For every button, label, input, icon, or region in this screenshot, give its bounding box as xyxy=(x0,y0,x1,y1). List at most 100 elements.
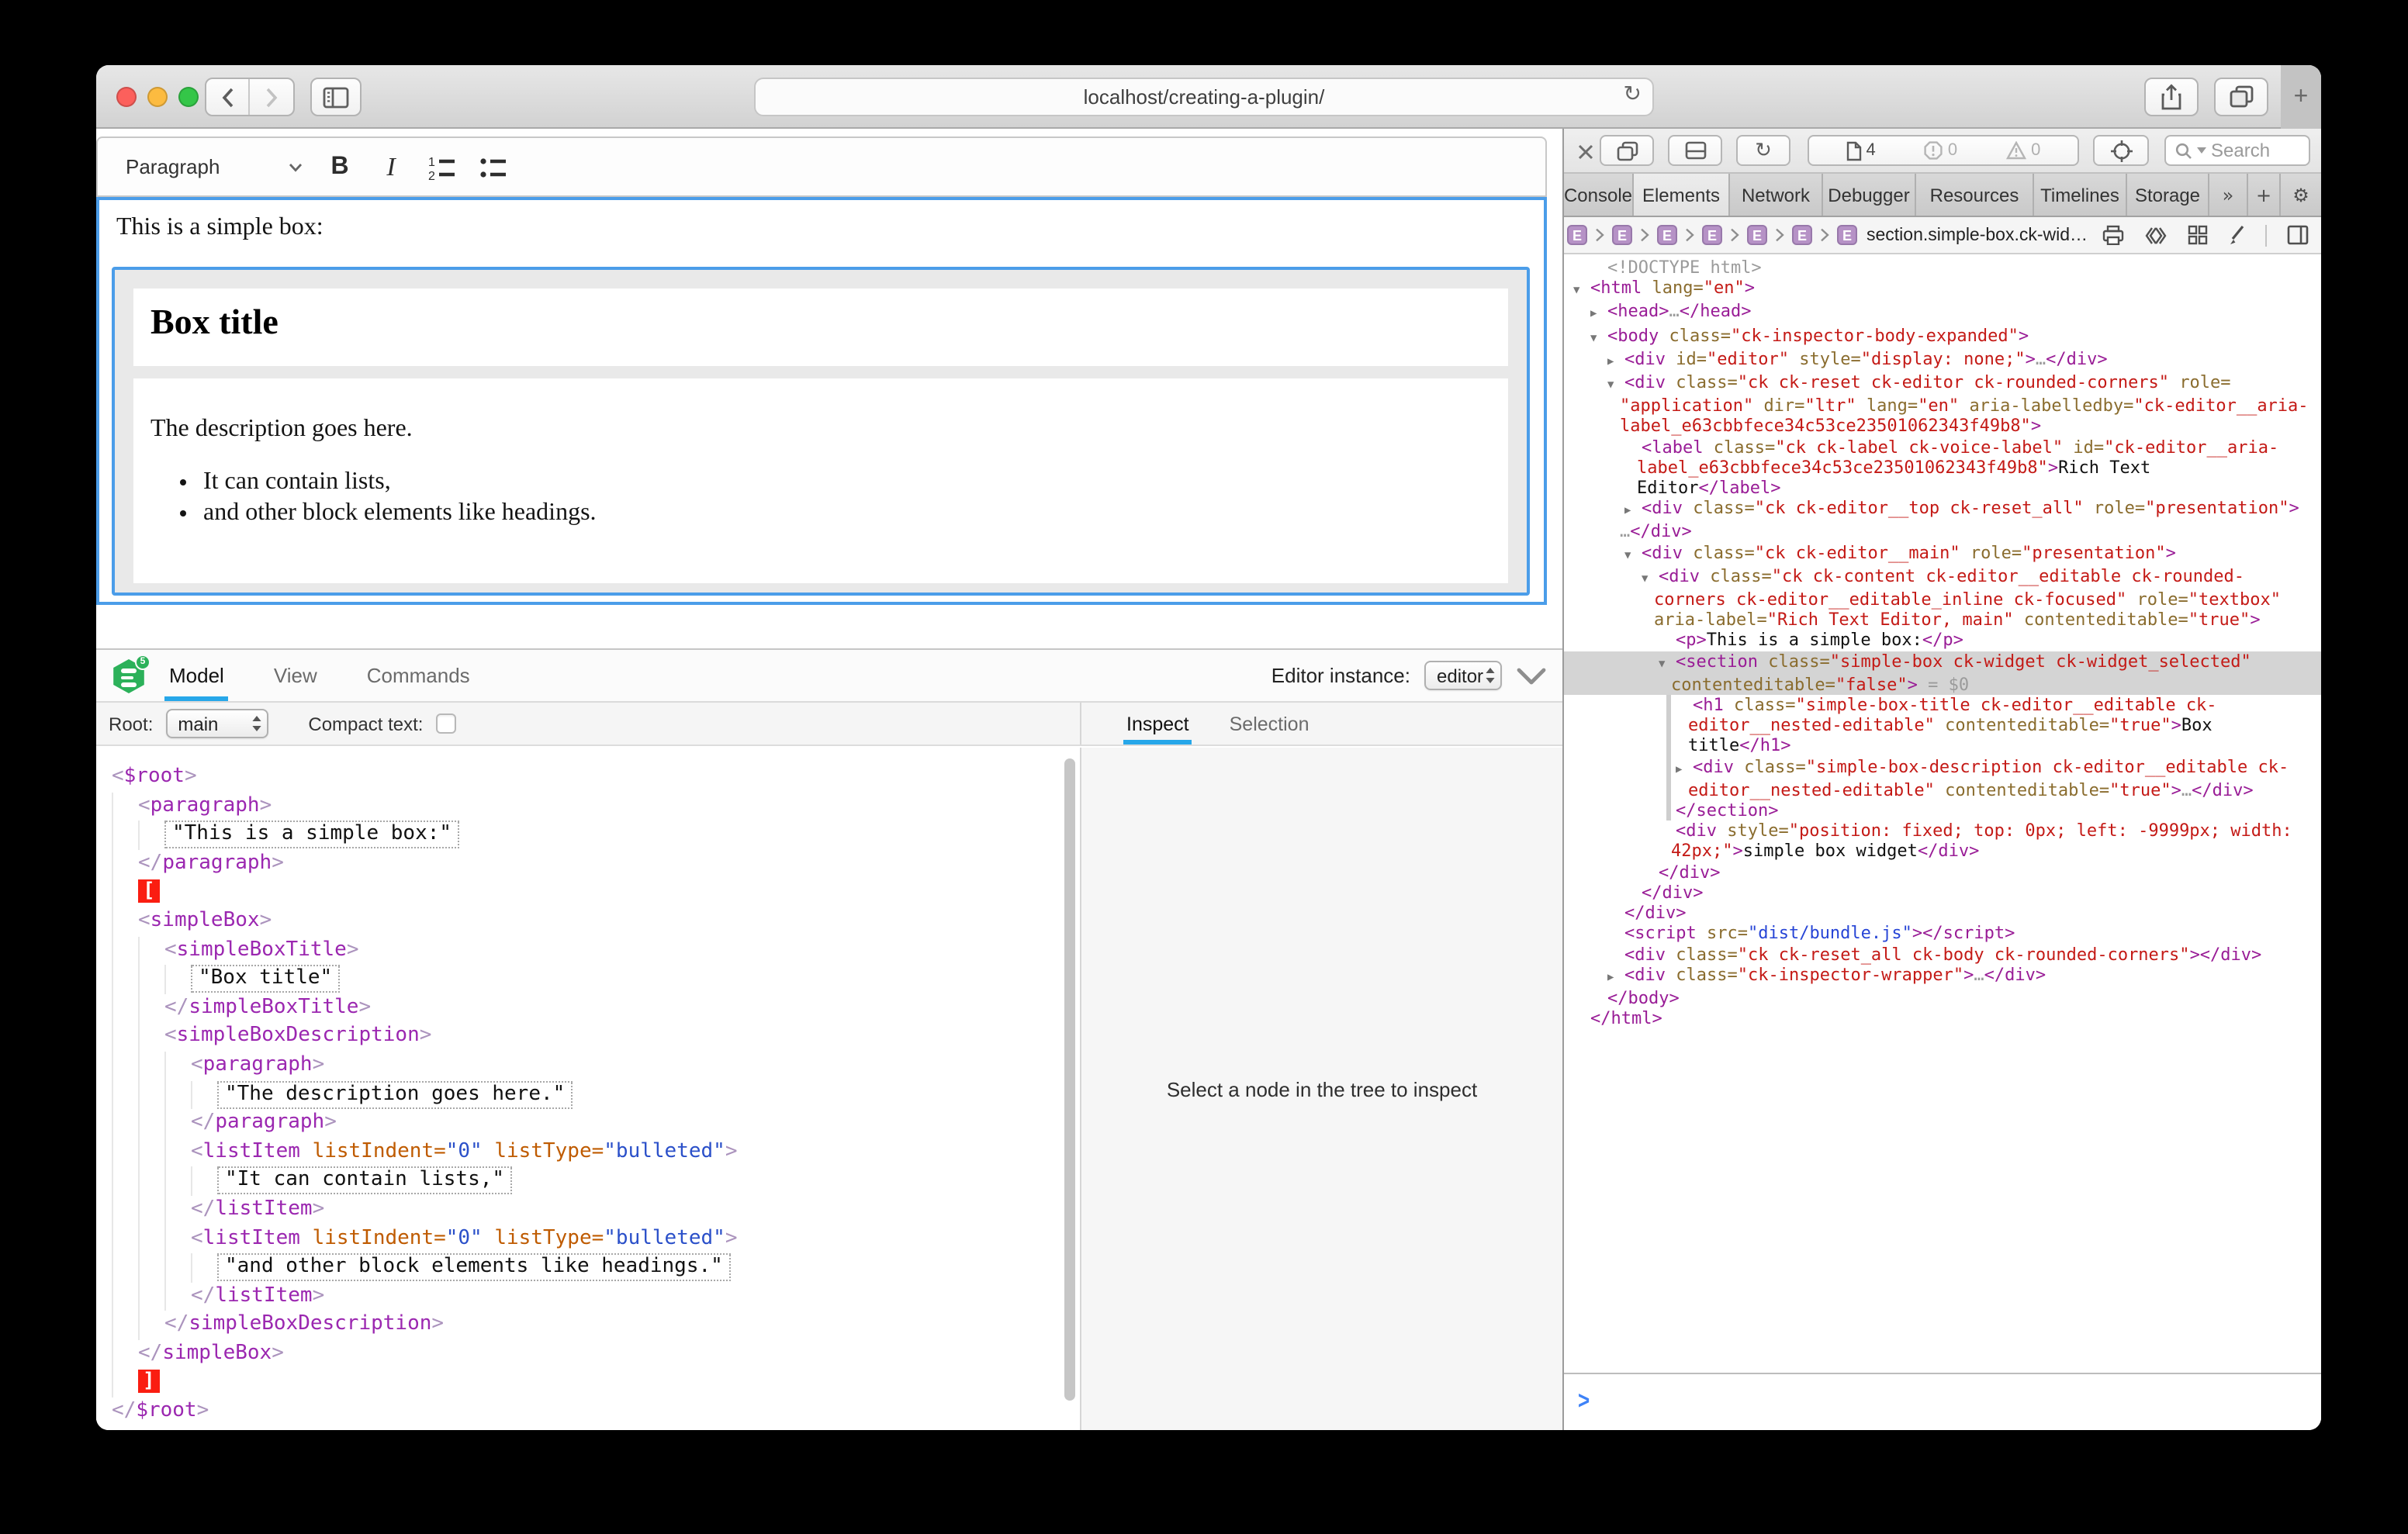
model-tree-line[interactable]: <simpleBoxDescription> xyxy=(112,1023,1080,1052)
more-tabs-button[interactable]: » xyxy=(2209,174,2248,216)
dom-tree-line[interactable]: ▶<div class="simple-box-description ck-e… xyxy=(1564,756,2321,779)
warning-count[interactable]: 0 xyxy=(2006,141,2040,160)
dom-tree-line[interactable]: <!DOCTYPE html> xyxy=(1564,257,2321,278)
forward-button[interactable] xyxy=(250,79,293,115)
model-tree-line[interactable]: "Box title" xyxy=(112,965,1080,993)
bulleted-list-button[interactable] xyxy=(470,143,517,190)
model-tree-line[interactable]: "This is a simple box:" xyxy=(112,821,1080,849)
breadcrumb-element-badge[interactable]: E xyxy=(1837,225,1857,245)
model-tree-line[interactable]: </simpleBox> xyxy=(112,1340,1080,1369)
model-tree-line[interactable]: </listItem> xyxy=(112,1196,1080,1225)
inspector-tab-view[interactable]: View xyxy=(269,650,322,701)
devtools-tab-resources[interactable]: Resources xyxy=(1916,174,2034,216)
styles-brush-icon[interactable] xyxy=(2228,225,2245,245)
breadcrumb-element-badge[interactable]: E xyxy=(1567,225,1587,245)
dom-tree-line[interactable]: aria-label="Rich Text Editor, main" cont… xyxy=(1564,610,2321,631)
dom-tree-line[interactable]: 42px;">simple box widget</div> xyxy=(1564,841,2321,862)
collapse-node-icon[interactable]: ▼ xyxy=(1607,375,1624,396)
model-tree-line[interactable]: <paragraph> xyxy=(112,792,1080,821)
model-tree-line[interactable]: "and other block elements like headings.… xyxy=(112,1253,1080,1282)
dom-tree-line[interactable]: label_e63cbbfece34c53ce23501062343f49b8"… xyxy=(1564,458,2321,478)
dom-tree-line[interactable]: corners ck-editor__editable_inline ck-fo… xyxy=(1564,589,2321,610)
dom-tree-line[interactable]: ▶<head>…</head> xyxy=(1564,302,2321,325)
error-count[interactable]: 0 xyxy=(1925,141,1957,160)
dom-tree-line[interactable]: </div> xyxy=(1564,903,2321,923)
root-select[interactable]: main xyxy=(165,709,268,738)
model-tree-line[interactable]: <listItem listIndent="0" listType="bulle… xyxy=(112,1138,1080,1166)
box-title-heading[interactable]: Box title xyxy=(150,302,1508,343)
devtools-settings-button[interactable]: ⚙ xyxy=(2281,174,2321,216)
dom-tree-line[interactable]: <label class="ck ck-label ck-voice-label… xyxy=(1564,437,2321,457)
editor-paragraph[interactable]: This is a simple box: xyxy=(116,214,323,242)
dom-tree-line[interactable]: </body> xyxy=(1564,988,2321,1008)
devtools-tab-console[interactable]: Console xyxy=(1564,174,1634,216)
details-sidebar-toggle-icon[interactable] xyxy=(2287,225,2309,245)
grid-overlay-icon[interactable] xyxy=(2188,225,2208,245)
numbered-list-button[interactable]: 12 xyxy=(419,143,465,190)
breadcrumb-current-node[interactable]: section.simple-box.ck-wid… xyxy=(1867,226,2088,244)
dom-tree-line[interactable]: …</div> xyxy=(1564,522,2321,542)
expand-node-icon[interactable]: ▶ xyxy=(1624,501,1642,521)
dom-tree-line[interactable]: ▼<div class="ck ck-editor__main" role="p… xyxy=(1564,542,2321,565)
breadcrumb-element-badge[interactable]: E xyxy=(1612,225,1632,245)
model-tree-scrollbar[interactable] xyxy=(1064,758,1075,1401)
expand-node-icon[interactable]: ▶ xyxy=(1607,967,1624,987)
simple-box-widget[interactable]: Box title The description goes here. It … xyxy=(112,267,1530,596)
model-tree-line[interactable]: <paragraph> xyxy=(112,1052,1080,1080)
dom-tree-line[interactable]: <div style="position: fixed; top: 0px; l… xyxy=(1564,821,2321,841)
page-resource-count[interactable]: 4 xyxy=(1846,140,1876,161)
model-tree-line[interactable]: <listItem listIndent="0" listType="bulle… xyxy=(112,1225,1080,1253)
breadcrumb-element-badge[interactable]: E xyxy=(1792,225,1812,245)
model-tree-line[interactable]: </$root> xyxy=(112,1398,1080,1426)
devtools-tab-network[interactable]: Network xyxy=(1730,174,1823,216)
minimize-window-button[interactable] xyxy=(147,87,168,107)
simple-box-title-area[interactable]: Box title xyxy=(133,288,1508,366)
dom-tree-line[interactable]: contenteditable="false"> = $0 xyxy=(1564,675,2321,695)
breadcrumb-element-badge[interactable]: E xyxy=(1702,225,1722,245)
list-item[interactable]: It can contain lists, xyxy=(203,467,1508,497)
devtools-search-field[interactable]: Search xyxy=(2164,135,2310,166)
bold-button[interactable]: B xyxy=(317,143,363,190)
print-styles-icon[interactable] xyxy=(2102,225,2124,245)
dom-tree-line[interactable]: label_e63cbbfece34c53ce23501062343f49b8"… xyxy=(1564,416,2321,437)
reload-icon[interactable]: ↻ xyxy=(1624,82,1642,107)
model-tree-line[interactable]: </paragraph> xyxy=(112,850,1080,879)
model-tree-line[interactable]: </simpleBoxDescription> xyxy=(112,1311,1080,1340)
simple-box-description-area[interactable]: The description goes here. It can contai… xyxy=(133,378,1508,583)
devtools-tab-elements[interactable]: Elements xyxy=(1634,174,1730,216)
dock-undock-button[interactable] xyxy=(1600,135,1654,166)
dom-tree-line[interactable]: </div> xyxy=(1564,862,2321,882)
close-devtools-button[interactable] xyxy=(1573,140,1598,164)
dom-tree-line[interactable]: title</h1> xyxy=(1564,736,2321,756)
add-devtools-tab-button[interactable]: + xyxy=(2248,174,2281,216)
model-tree-line[interactable]: ] xyxy=(112,1369,1080,1398)
paragraph-style-dropdown[interactable]: Paragraph xyxy=(126,138,312,195)
inspector-tab-model[interactable]: Model xyxy=(164,650,229,701)
dom-tree-line[interactable]: "application" dir="ltr" lang="en" aria-l… xyxy=(1564,396,2321,416)
model-tree-line[interactable]: <simpleBoxTitle> xyxy=(112,936,1080,965)
italic-button[interactable]: I xyxy=(368,143,414,190)
description-paragraph[interactable]: The description goes here. xyxy=(150,416,1508,444)
zoom-window-button[interactable] xyxy=(178,87,199,107)
expand-node-icon[interactable]: ▶ xyxy=(1676,759,1693,779)
address-bar[interactable]: localhost/creating-a-plugin/ ↻ xyxy=(754,78,1654,116)
devtools-tab-debugger[interactable]: Debugger xyxy=(1823,174,1916,216)
reload-page-button[interactable]: ↻ xyxy=(1736,135,1790,166)
dom-tree-line[interactable]: ▼<html lang="en"> xyxy=(1564,278,2321,301)
dom-tree-line[interactable]: ▼<section class="simple-box ck-widget ck… xyxy=(1564,651,2321,674)
dock-to-bottom-button[interactable] xyxy=(1668,135,1722,166)
model-tree-line[interactable]: "It can contain lists," xyxy=(112,1167,1080,1196)
dom-tree-line[interactable]: <p>This is a simple box:</p> xyxy=(1564,631,2321,651)
tab-overview-button[interactable] xyxy=(2214,78,2268,116)
collapse-inspector-icon[interactable] xyxy=(1516,666,1547,685)
model-tree-line[interactable]: </paragraph> xyxy=(112,1109,1080,1138)
expand-node-icon[interactable]: ▶ xyxy=(1607,352,1624,372)
list-item[interactable]: and other block elements like headings. xyxy=(203,497,1508,527)
dom-tree-line[interactable]: ▼<body class="ck-inspector-body-expanded… xyxy=(1564,325,2321,348)
devtools-tab-timelines[interactable]: Timelines xyxy=(2034,174,2127,216)
model-tree-line[interactable]: </listItem> xyxy=(112,1282,1080,1311)
collapse-node-icon[interactable]: ▼ xyxy=(1659,654,1676,674)
dom-tree-line[interactable]: <h1 class="simple-box-title ck-editor__e… xyxy=(1564,695,2321,715)
breadcrumb-element-badge[interactable]: E xyxy=(1657,225,1677,245)
collapse-node-icon[interactable]: ▼ xyxy=(1573,281,1590,301)
